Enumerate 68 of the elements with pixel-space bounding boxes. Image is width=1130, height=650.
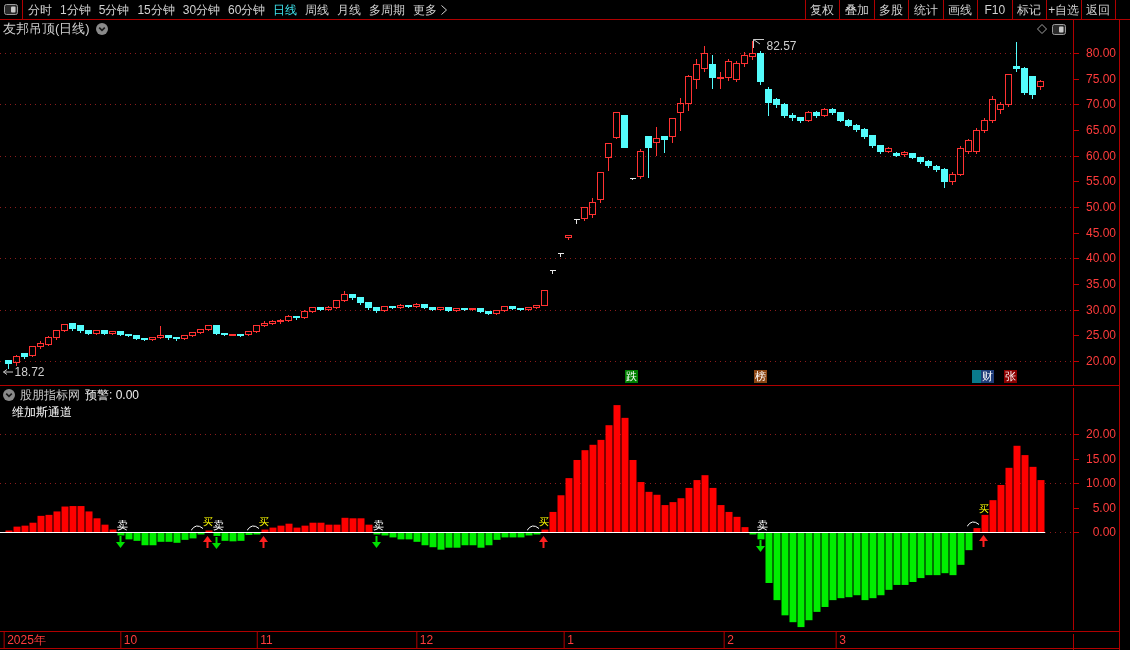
price-axis-label: 60.00 (1085, 148, 1116, 163)
panel-icon[interactable] (4, 4, 18, 15)
toolbar-button[interactable]: 多股 (873, 0, 908, 19)
more-menu[interactable]: 更多 (413, 0, 448, 19)
price-axis-label: 20.00 (1085, 354, 1116, 368)
toolbar-button[interactable]: +自选 (1046, 0, 1081, 19)
chevron-down-icon[interactable] (3, 388, 15, 401)
toolbar-button[interactable]: 返回 (1080, 0, 1115, 19)
price-axis-label: 65.00 (1085, 123, 1116, 137)
date-label: 11 (256, 632, 273, 648)
price-axis-label: 25.00 (1085, 328, 1116, 343)
date-label: 12 (415, 632, 434, 648)
period-tab[interactable]: 15分钟 (137, 0, 175, 19)
sell-signal: 卖 (756, 519, 768, 531)
period-tab[interactable]: 月线 (337, 0, 362, 19)
up-arrow-icon (203, 535, 212, 548)
price-axis-label: 35.00 (1085, 277, 1116, 291)
buy-signal: 买 (202, 517, 213, 527)
toolbar-button[interactable]: F10 (977, 0, 1012, 19)
period-tab[interactable]: 1分钟 (60, 0, 91, 19)
price-axis-label: 55.00 (1085, 174, 1116, 189)
period-tab[interactable]: 30分钟 (182, 0, 221, 19)
toolbar-button[interactable]: 复权 (804, 0, 839, 19)
sell-signal: 卖 (372, 519, 384, 531)
sell-signal: 卖 (116, 519, 128, 531)
date-label: 3 (835, 632, 846, 648)
up-arrow-icon (259, 535, 268, 548)
price-axis-label: 30.00 (1085, 302, 1116, 317)
period-tab[interactable]: 日线 (273, 0, 298, 19)
date-label: 1 (563, 632, 574, 648)
indicator-axis-label: 10.00 (1085, 476, 1116, 490)
toolbar-button[interactable]: 统计 (908, 0, 943, 19)
down-arrow-icon (212, 536, 221, 549)
period-tab[interactable]: 5分钟 (98, 0, 130, 19)
price-axis-label: 45.00 (1085, 225, 1116, 240)
buy-signal: 买 (978, 503, 989, 514)
indicator-axis-label: 15.00 (1085, 451, 1116, 466)
up-arrow-icon (979, 535, 988, 547)
date-label: 2 (723, 632, 734, 648)
up-arrow-icon (539, 535, 548, 548)
chevron-right-icon (441, 4, 448, 15)
toolbar-button[interactable]: 标记 (1011, 0, 1046, 19)
down-arrow-icon (756, 540, 765, 553)
indicator-axis-label: 5.00 (1092, 500, 1116, 515)
curve-icon (966, 520, 979, 528)
buy-signal: 买 (258, 517, 269, 527)
down-arrow-icon (372, 535, 381, 548)
indicator-name: 股朋指标网 (20, 387, 80, 402)
price-axis-label: 40.00 (1085, 251, 1116, 266)
date-label: 2025年 (3, 632, 46, 648)
indicator-axis-label: 20.00 (1085, 427, 1116, 441)
period-tab[interactable]: 分时 (28, 0, 52, 19)
indicator-axis-label: 0.00 (1092, 525, 1116, 539)
period-tab[interactable]: 多周期 (369, 0, 406, 19)
toolbar-button[interactable]: 画线 (942, 0, 977, 19)
toolbar-button[interactable]: 叠加 (839, 0, 874, 19)
price-axis-label: 70.00 (1085, 97, 1116, 112)
alert-value: 预警: 0.00 (85, 387, 140, 402)
buy-signal: 买 (538, 517, 549, 527)
line-label: 维加斯通道 (12, 405, 72, 420)
price-axis-label: 80.00 (1085, 46, 1116, 60)
price-axis-label: 50.00 (1085, 200, 1116, 214)
price-axis-label: 75.00 (1085, 71, 1116, 86)
date-label: 10 (119, 632, 138, 648)
period-tab[interactable]: 60分钟 (228, 0, 266, 19)
down-arrow-icon (116, 536, 125, 549)
sell-signal: 卖 (212, 519, 224, 531)
period-tab[interactable]: 周线 (305, 0, 330, 19)
